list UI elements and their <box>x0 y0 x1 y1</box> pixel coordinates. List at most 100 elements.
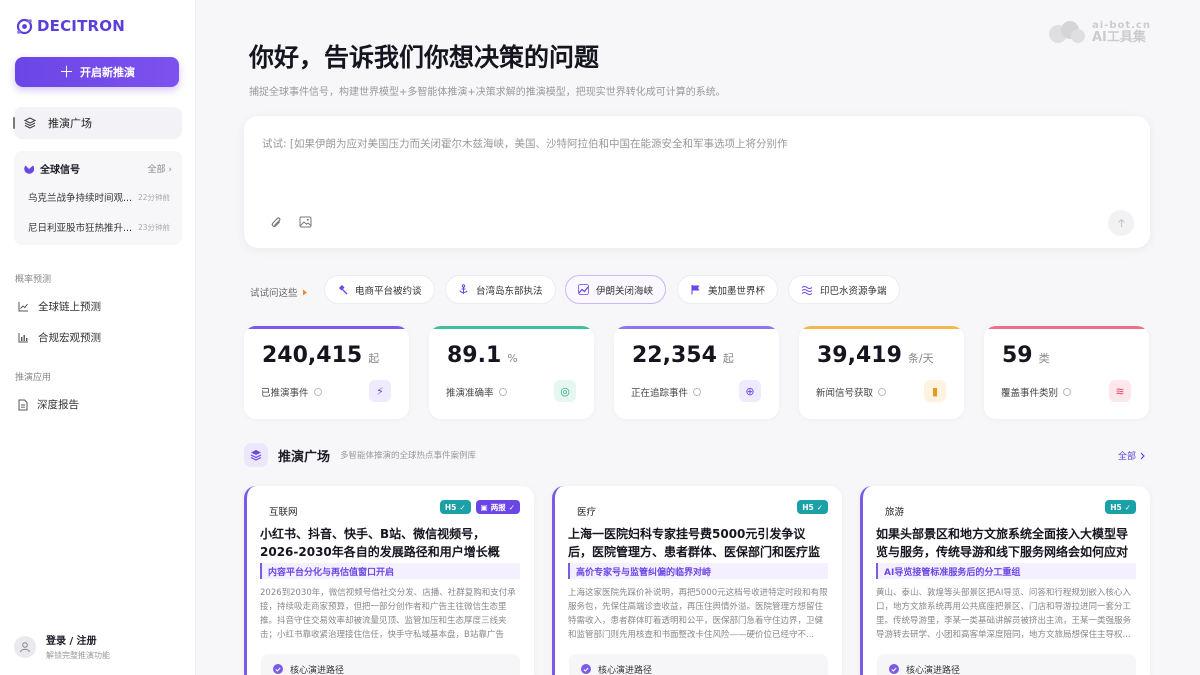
login-entry[interactable]: 登录 / 注册 解锁完整推演功能 <box>14 632 110 661</box>
card-category: 旅游 <box>885 507 905 518</box>
help-icon[interactable] <box>693 388 702 396</box>
new-simulation-label: 开启新推演 <box>80 66 135 79</box>
card-path[interactable]: 核心演进路径 <box>261 654 520 675</box>
stat-accent <box>614 326 779 329</box>
gavel-icon <box>339 285 348 295</box>
chip-iran[interactable]: 伊朗关闭海峡 <box>565 275 667 304</box>
stat-accent <box>984 326 1149 329</box>
help-icon[interactable] <box>1063 388 1072 396</box>
stat-value: 240,415 <box>262 343 363 368</box>
login-subtitle: 解锁完整推演功能 <box>46 651 110 660</box>
layers-icon <box>244 443 268 467</box>
help-icon[interactable] <box>878 388 887 396</box>
new-simulation-button[interactable]: ＋ 开启新推演 <box>15 57 179 87</box>
stat-unit: 起 <box>722 352 734 365</box>
layers-icon <box>24 117 36 129</box>
stack-icon: ≋ <box>1109 380 1131 402</box>
sidebar: DECITRON ＋ 开启新推演 推演广场 全球信号 全部 › 乌克兰战争持续时… <box>0 0 196 675</box>
sidebar-item-global-chain[interactable]: 全球链上预测 <box>18 299 101 314</box>
page-title: 你好，告诉我们你想决策的问题 <box>249 43 600 72</box>
card-tag: 高价专家号与监管纠偏的临界对峙 <box>568 563 828 579</box>
chevron-right-icon <box>1140 452 1145 459</box>
signal-item[interactable]: 乌克兰战争持续时间观... 22分钟前 <box>28 190 170 205</box>
stat-unit: 条/天 <box>907 352 934 365</box>
stat-label: 正在追踪事件 <box>631 388 689 399</box>
water-icon <box>801 285 813 295</box>
sidebar-item-report[interactable]: 深度报告 <box>18 397 79 412</box>
stat-card-simulated: 240,415 起 已推演事件 ⚡ <box>244 326 409 419</box>
stat-value: 39,419 <box>817 343 902 368</box>
main-content: 你好，告诉我们你想决策的问题 捕捉全球事件信号，构建世界模型+多智能体推演+决策… <box>196 0 1200 675</box>
card-description: 2026到2030年，微信视频号借社交分发、店播、社群复购和支付承接，持续吸走商… <box>260 588 516 640</box>
plus-icon: ＋ <box>58 62 74 81</box>
check-icon <box>273 664 283 674</box>
global-signals-panel: 全球信号 全部 › 乌克兰战争持续时间观... 22分钟前 尼日利亚股市狂热推升… <box>14 151 182 245</box>
card-path[interactable]: 核心演进路径 <box>569 654 828 675</box>
sidebar-item-plaza[interactable]: 推演广场 <box>13 107 182 139</box>
stat-value: 59 <box>1002 343 1033 368</box>
active-indicator <box>13 117 15 129</box>
section-label-apps: 推演应用 <box>15 373 52 383</box>
stat-accent <box>244 326 409 329</box>
stat-value: 22,354 <box>632 343 717 368</box>
target-icon: ◎ <box>554 380 576 402</box>
user-icon <box>20 641 30 652</box>
chip-water[interactable]: 印巴水资源争端 <box>788 275 900 304</box>
sidebar-item-label: 推演广场 <box>48 117 92 130</box>
avatar <box>14 635 36 658</box>
h5-badge: H5 ✓ <box>797 500 828 514</box>
signals-title: 全球信号 <box>40 165 80 176</box>
chip-taiwan[interactable]: 台湾岛东部执法 <box>445 275 556 304</box>
card-tag: 内容平台分化与再估值窗口开启 <box>260 563 520 579</box>
section-subtitle: 多智能体推演的全球热点事件案例库 <box>340 451 477 461</box>
help-icon[interactable] <box>313 388 322 396</box>
signals-all-link[interactable]: 全部 › <box>148 162 172 175</box>
paperclip-icon[interactable] <box>270 216 282 230</box>
chip-worldcup[interactable]: 美加墨世界杯 <box>677 275 779 304</box>
logo-icon <box>16 18 33 34</box>
page-subtitle: 捕捉全球事件信号，构建世界模型+多智能体推演+决策求解的推演模型，把现实世界转化… <box>249 87 726 98</box>
chip-ecommerce[interactable]: 电商平台被约谈 <box>324 275 435 304</box>
card-category: 互联网 <box>269 507 298 518</box>
card-description: 上海这家医院先踩价补说明，再把5000元这档号收进特定时段和有限服务包，先保住高… <box>568 588 828 640</box>
bar-chart-icon <box>18 333 28 343</box>
section-title: 推演广场 <box>278 449 331 465</box>
stat-unit: 类 <box>1038 352 1050 365</box>
watermark-logo-icon <box>1049 21 1085 43</box>
arrow-up-icon <box>1117 218 1125 227</box>
help-icon[interactable] <box>498 388 507 396</box>
send-button[interactable] <box>1108 210 1134 236</box>
lightning-icon: ⚡ <box>369 380 391 402</box>
flag-icon <box>691 285 700 295</box>
caret-right-icon <box>302 289 307 295</box>
card-tag: AI导览接管标准服务后的分工重组 <box>876 563 1136 579</box>
card-path[interactable]: 核心演进路径 <box>877 654 1136 675</box>
section-all-link[interactable]: 全部 <box>1118 449 1145 462</box>
antenna-icon: ⊕ <box>739 380 761 402</box>
check-icon <box>889 664 899 674</box>
case-card[interactable]: 互联网 H5 ✓ ▣ 两报 ✓ 小红书、抖音、快手、B站、微信视频号，2026-… <box>244 486 534 675</box>
question-input[interactable]: 试试: [如果伊朗为应对美国压力而关闭霍尔木兹海峡，美国、沙特阿拉伯和中国在能源… <box>262 136 1122 151</box>
card-title: 如果头部景区和地方文旅系统全面接入大模型导览与服务，传统导游和线下服务网络会如何… <box>876 527 1129 559</box>
stat-value: 89.1 <box>447 343 502 368</box>
stat-accent <box>799 326 964 329</box>
case-card[interactable]: 旅游 H5 ✓ 如果头部景区和地方文旅系统全面接入大模型导览与服务，传统导游和线… <box>860 486 1150 675</box>
stat-label: 已推演事件 <box>261 388 309 399</box>
question-input-box[interactable]: 试试: [如果伊朗为应对美国压力而关闭霍尔木兹海峡，美国、沙特阿拉伯和中国在能源… <box>244 116 1150 248</box>
anchor-icon <box>459 284 468 294</box>
case-card[interactable]: 医疗 H5 ✓ 上海一医院妇科专家挂号费5000元引发争议后，医院管理方、患者群… <box>552 486 842 675</box>
stat-card-tracking: 22,354 起 正在追踪事件 ⊕ <box>614 326 779 419</box>
h5-badge: H5 ✓ <box>1105 500 1136 514</box>
stat-card-categories: 59 类 覆盖事件类别 ≋ <box>984 326 1149 419</box>
brand-logo[interactable]: DECITRON <box>16 17 125 35</box>
check-icon <box>581 664 591 674</box>
image-icon[interactable] <box>299 216 312 228</box>
sidebar-item-macro[interactable]: 合规宏观预测 <box>18 330 101 345</box>
h5-badge: H5 ✓ <box>439 500 471 514</box>
card-category: 医疗 <box>577 507 597 518</box>
bar-chart-icon: ▮ <box>924 380 946 402</box>
stat-accent <box>429 326 594 329</box>
stat-label: 覆盖事件类别 <box>1001 388 1059 399</box>
signal-item[interactable]: 尼日利亚股市狂热推升... 23分钟前 <box>28 220 170 235</box>
try-label: 试试问这些 <box>250 285 308 299</box>
